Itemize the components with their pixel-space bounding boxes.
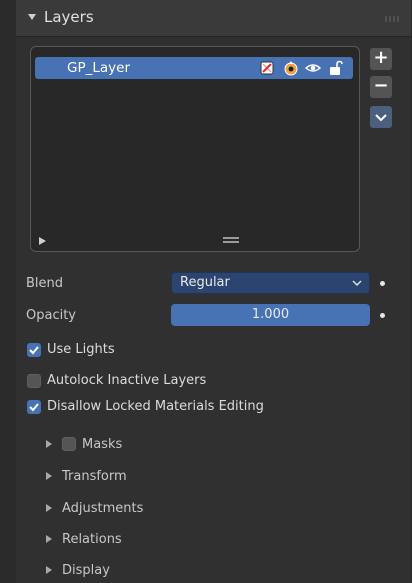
autolock-label[interactable]: Autolock Inactive Layers bbox=[47, 373, 206, 388]
subpanel-transform[interactable]: Transform bbox=[62, 469, 127, 484]
use-lights-label[interactable]: Use Lights bbox=[47, 342, 115, 357]
relations-expand-triangle-icon[interactable] bbox=[46, 535, 52, 543]
subpanel-adjustments[interactable]: Adjustments bbox=[62, 501, 143, 516]
list-expand-triangle-icon[interactable] bbox=[39, 237, 46, 245]
chevron-down-icon bbox=[352, 280, 362, 287]
onion-skin-icon[interactable] bbox=[283, 60, 299, 76]
drag-grip-icon[interactable] bbox=[385, 16, 399, 22]
checkmark-icon bbox=[29, 346, 39, 355]
mask-disabled-icon[interactable] bbox=[259, 60, 275, 76]
subpanel-display[interactable]: Display bbox=[62, 563, 110, 578]
keyframe-dot-icon[interactable] bbox=[380, 281, 385, 286]
layer-list[interactable]: GP_Layer bbox=[30, 46, 360, 252]
layer-row[interactable]: GP_Layer bbox=[35, 57, 353, 79]
keyframe-dot-icon[interactable] bbox=[380, 313, 385, 318]
layer-specials-menu-button[interactable] bbox=[370, 106, 392, 128]
disallow-locked-label[interactable]: Disallow Locked Materials Editing bbox=[47, 399, 264, 414]
panel-header[interactable]: Layers bbox=[16, 0, 411, 37]
transform-expand-triangle-icon[interactable] bbox=[46, 472, 52, 480]
lock-open-icon[interactable] bbox=[327, 60, 343, 76]
autolock-checkbox[interactable] bbox=[27, 374, 41, 388]
blend-dropdown[interactable]: Regular bbox=[171, 272, 370, 294]
opacity-label: Opacity bbox=[26, 308, 77, 323]
checkmark-icon bbox=[29, 403, 39, 412]
use-lights-checkbox[interactable] bbox=[27, 343, 41, 357]
panel-title: Layers bbox=[44, 8, 94, 26]
layer-name[interactable]: GP_Layer bbox=[67, 60, 130, 76]
eye-icon[interactable] bbox=[305, 60, 321, 76]
collapse-triangle-icon[interactable] bbox=[28, 14, 36, 20]
subpanel-masks[interactable]: Masks bbox=[82, 437, 122, 452]
list-resize-grip-icon[interactable] bbox=[223, 237, 239, 243]
chevron-down-icon bbox=[375, 114, 387, 122]
add-layer-button[interactable]: + bbox=[370, 48, 392, 70]
blend-label: Blend bbox=[26, 276, 64, 291]
masks-expand-triangle-icon[interactable] bbox=[46, 440, 52, 448]
blend-value: Regular bbox=[180, 275, 230, 290]
opacity-slider[interactable]: 1.000 bbox=[171, 304, 370, 326]
remove-layer-button[interactable]: − bbox=[370, 76, 392, 98]
opacity-value: 1.000 bbox=[251, 307, 290, 322]
subpanel-relations[interactable]: Relations bbox=[62, 532, 122, 547]
masks-checkbox[interactable] bbox=[62, 437, 76, 451]
adjustments-expand-triangle-icon[interactable] bbox=[46, 504, 52, 512]
disallow-locked-checkbox[interactable] bbox=[27, 400, 41, 414]
display-expand-triangle-icon[interactable] bbox=[46, 566, 52, 574]
